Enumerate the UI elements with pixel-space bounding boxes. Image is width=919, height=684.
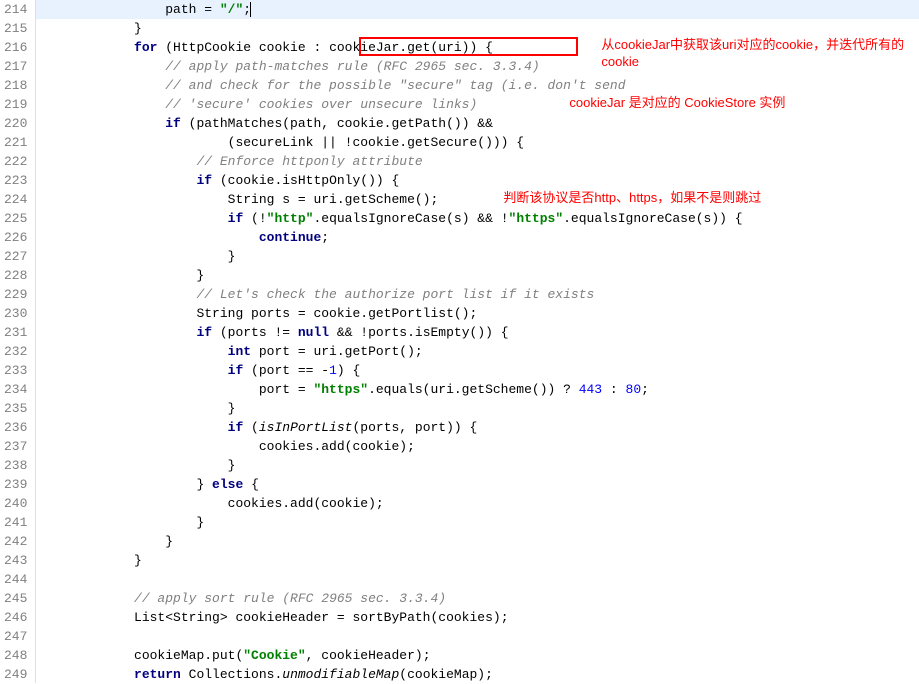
line-number: 247: [4, 627, 27, 646]
code-line[interactable]: path = "/";: [36, 0, 919, 19]
line-number: 234: [4, 380, 27, 399]
code-line[interactable]: if (isInPortList(ports, port)) {: [36, 418, 919, 437]
line-number: 231: [4, 323, 27, 342]
line-number: 214: [4, 0, 27, 19]
code-line[interactable]: if (cookie.isHttpOnly()) {: [36, 171, 919, 190]
line-number: 232: [4, 342, 27, 361]
code-line[interactable]: if (pathMatches(path, cookie.getPath()) …: [36, 114, 919, 133]
line-number: 218: [4, 76, 27, 95]
code-line[interactable]: if (port == -1) {: [36, 361, 919, 380]
code-line[interactable]: port = "https".equals(uri.getScheme()) ?…: [36, 380, 919, 399]
line-number: 236: [4, 418, 27, 437]
line-number: 217: [4, 57, 27, 76]
text-cursor: [250, 2, 251, 17]
code-line[interactable]: }: [36, 532, 919, 551]
line-number: 228: [4, 266, 27, 285]
line-number: 246: [4, 608, 27, 627]
line-number: 219: [4, 95, 27, 114]
line-number: 244: [4, 570, 27, 589]
code-line[interactable]: }: [36, 266, 919, 285]
code-line[interactable]: String s = uri.getScheme();: [36, 190, 919, 209]
code-line[interactable]: // apply path-matches rule (RFC 2965 sec…: [36, 57, 919, 76]
line-number: 245: [4, 589, 27, 608]
code-line[interactable]: [36, 627, 919, 646]
code-line[interactable]: if (!"http".equalsIgnoreCase(s) && !"htt…: [36, 209, 919, 228]
code-line[interactable]: List<String> cookieHeader = sortByPath(c…: [36, 608, 919, 627]
code-line[interactable]: String ports = cookie.getPortlist();: [36, 304, 919, 323]
line-number: 227: [4, 247, 27, 266]
code-line[interactable]: // Enforce httponly attribute: [36, 152, 919, 171]
code-line[interactable]: // 'secure' cookies over unsecure links): [36, 95, 919, 114]
line-number: 216: [4, 38, 27, 57]
line-number: 237: [4, 437, 27, 456]
line-number: 238: [4, 456, 27, 475]
line-number-gutter: 2142152162172182192202212222232242252262…: [0, 0, 36, 683]
code-line[interactable]: // Let's check the authorize port list i…: [36, 285, 919, 304]
code-line[interactable]: [36, 570, 919, 589]
code-line[interactable]: (secureLink || !cookie.getSecure())) {: [36, 133, 919, 152]
code-line[interactable]: cookies.add(cookie);: [36, 437, 919, 456]
line-number: 229: [4, 285, 27, 304]
line-number: 223: [4, 171, 27, 190]
code-area[interactable]: path = "/"; } for (HttpCookie cookie : c…: [36, 0, 919, 683]
line-number: 233: [4, 361, 27, 380]
code-line[interactable]: }: [36, 399, 919, 418]
line-number: 241: [4, 513, 27, 532]
line-number: 222: [4, 152, 27, 171]
code-line[interactable]: }: [36, 513, 919, 532]
line-number: 240: [4, 494, 27, 513]
code-editor: 2142152162172182192202212222232242252262…: [0, 0, 919, 683]
line-number: 239: [4, 475, 27, 494]
line-number: 226: [4, 228, 27, 247]
line-number: 221: [4, 133, 27, 152]
code-line[interactable]: return Collections.unmodifiableMap(cooki…: [36, 665, 919, 683]
code-line[interactable]: for (HttpCookie cookie : cookieJar.get(u…: [36, 38, 919, 57]
code-line[interactable]: if (ports != null && !ports.isEmpty()) {: [36, 323, 919, 342]
code-line[interactable]: cookieMap.put("Cookie", cookieHeader);: [36, 646, 919, 665]
code-line[interactable]: }: [36, 247, 919, 266]
code-line[interactable]: // and check for the possible "secure" t…: [36, 76, 919, 95]
line-number: 243: [4, 551, 27, 570]
code-line[interactable]: // apply sort rule (RFC 2965 sec. 3.3.4): [36, 589, 919, 608]
line-number: 225: [4, 209, 27, 228]
code-line[interactable]: } else {: [36, 475, 919, 494]
code-line[interactable]: int port = uri.getPort();: [36, 342, 919, 361]
line-number: 220: [4, 114, 27, 133]
line-number: 249: [4, 665, 27, 684]
code-line[interactable]: cookies.add(cookie);: [36, 494, 919, 513]
line-number: 242: [4, 532, 27, 551]
code-line[interactable]: }: [36, 551, 919, 570]
line-number: 224: [4, 190, 27, 209]
code-line[interactable]: }: [36, 19, 919, 38]
code-line[interactable]: }: [36, 456, 919, 475]
code-line[interactable]: continue;: [36, 228, 919, 247]
line-number: 235: [4, 399, 27, 418]
line-number: 215: [4, 19, 27, 38]
line-number: 248: [4, 646, 27, 665]
line-number: 230: [4, 304, 27, 323]
